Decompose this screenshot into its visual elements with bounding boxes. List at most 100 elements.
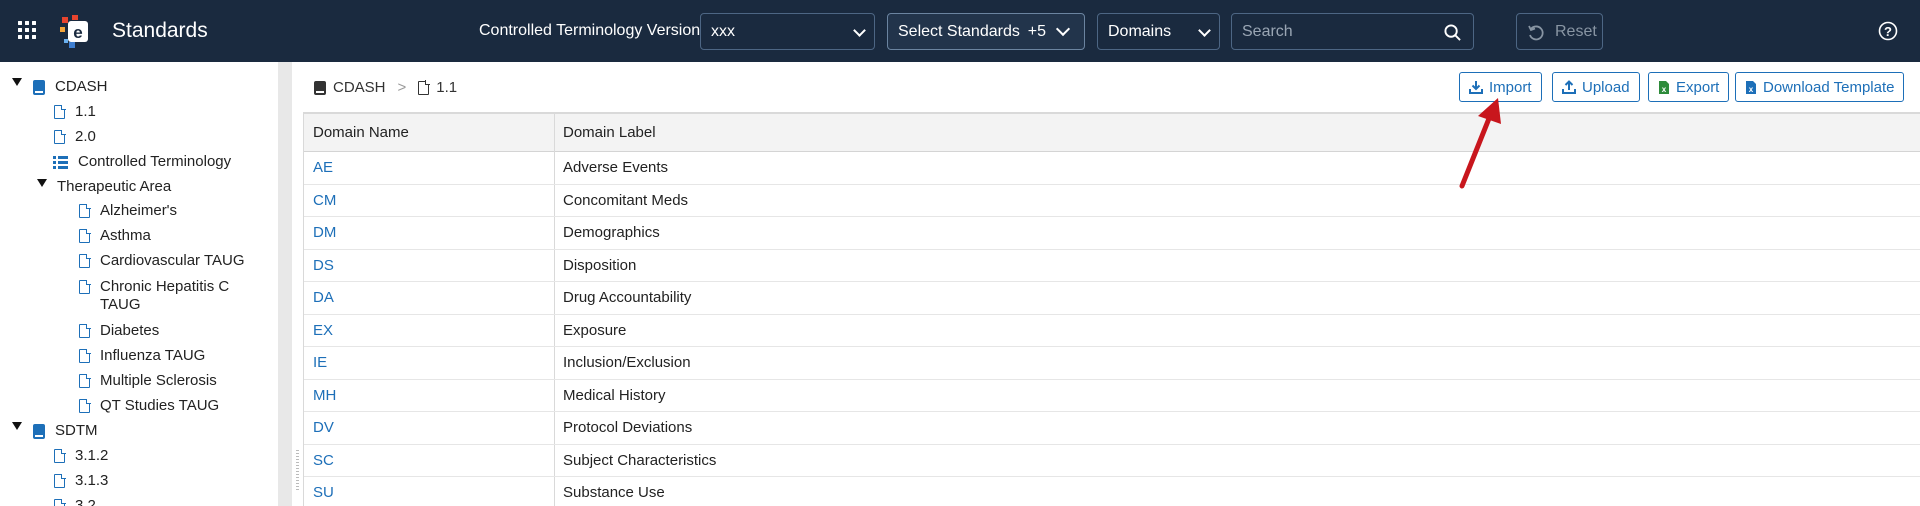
tree-node-ta-item[interactable]: Chronic Hepatitis C TAUG <box>79 278 249 314</box>
tree-node-label: Diabetes <box>100 322 160 339</box>
ct-version-select[interactable]: xxx <box>700 13 875 50</box>
tree-node-ta-item[interactable]: QT Studies TAUG <box>79 397 219 415</box>
sidebar-scrollbar[interactable] <box>278 62 292 506</box>
tree-node-cdash-2-0[interactable]: 2.0 <box>54 128 96 146</box>
table-row[interactable]: SU Substance Use <box>304 477 1920 506</box>
search-box <box>1231 13 1474 50</box>
domain-code-link[interactable]: DA <box>304 282 334 314</box>
reset-button[interactable]: Reset <box>1516 13 1603 50</box>
table-row[interactable]: CM Concomitant Meds <box>304 185 1920 217</box>
domain-code-link[interactable]: DS <box>304 250 334 282</box>
tree-node-sdtm-version[interactable]: 3.1.2 <box>54 447 108 465</box>
standards-select[interactable]: Select Standards +5 <box>887 13 1085 50</box>
tree-node-ta-item[interactable]: Cardiovascular TAUG <box>79 252 245 270</box>
tree-node-ta-item[interactable]: Diabetes <box>79 322 159 340</box>
breadcrumb-standard[interactable]: CDASH <box>333 79 386 96</box>
ct-version-label: Controlled Terminology Version <box>479 22 701 39</box>
chevron-down-icon <box>853 24 866 37</box>
domain-code-link[interactable]: MH <box>304 380 336 412</box>
table-row[interactable]: IE Inclusion/Exclusion <box>304 347 1920 380</box>
standards-extra-count: +5 <box>1027 23 1046 40</box>
domain-code-link[interactable]: EX <box>304 315 333 347</box>
tree-node-label: 3.1.3 <box>75 472 109 489</box>
download-template-button[interactable]: x Download Template <box>1735 72 1905 102</box>
tree-node-ta-item[interactable]: Alzheimer's <box>79 202 177 220</box>
domain-code-link[interactable]: DV <box>304 412 334 444</box>
table-row[interactable]: DA Drug Accountability <box>304 282 1920 315</box>
export-button[interactable]: x Export <box>1648 72 1730 102</box>
domain-code-link[interactable]: CM <box>304 185 336 217</box>
domain-label-cell: Concomitant Meds <box>563 191 689 209</box>
svg-text:e: e <box>73 23 82 42</box>
tree-node-label: 1.1 <box>75 103 96 120</box>
table-row[interactable]: DM Demographics <box>304 217 1920 250</box>
search-input[interactable] <box>1232 14 1432 49</box>
panel-splitter[interactable] <box>292 62 302 506</box>
table-row[interactable]: DV Protocol Deviations <box>304 412 1920 445</box>
tree-node-label: Alzheimer's <box>100 202 178 219</box>
reset-icon <box>1528 25 1544 41</box>
table-row[interactable]: SC Subject Characteristics <box>304 445 1920 477</box>
domain-label-cell: Protocol Deviations <box>563 419 693 436</box>
tree-node-therapeutic-area[interactable]: Therapeutic Area <box>47 178 171 196</box>
book-icon <box>33 424 45 439</box>
tree-node-label: QT Studies TAUG <box>100 397 220 414</box>
domain-code-link[interactable]: SU <box>304 477 334 506</box>
expand-toggle-sdtm[interactable] <box>12 422 22 430</box>
svg-text:x: x <box>1749 85 1754 94</box>
domain-label-cell: Inclusion/Exclusion <box>563 354 691 371</box>
tree-node-label: SDTM <box>55 422 98 439</box>
book-icon <box>33 80 45 95</box>
tree-node-sdtm-version[interactable]: 3.1.3 <box>54 472 108 490</box>
expand-toggle-therapeutic-area[interactable] <box>37 179 47 187</box>
help-icon[interactable]: ? <box>1878 21 1898 41</box>
drag-handle-icon <box>296 450 299 490</box>
domain-label-cell: Subject Characteristics <box>563 451 717 469</box>
expand-toggle-cdash[interactable] <box>12 78 22 86</box>
table-row[interactable]: EX Exposure <box>304 315 1920 347</box>
document-icon <box>54 498 66 506</box>
tree-node-ta-item[interactable]: Multiple Sclerosis <box>79 372 217 390</box>
svg-text:?: ? <box>1884 24 1892 39</box>
column-header-domain-name[interactable]: Domain Name <box>304 114 409 152</box>
download-template-label: Download Template <box>1763 78 1895 96</box>
book-icon <box>314 80 326 95</box>
ct-version-value: xxx <box>711 22 735 40</box>
upload-button[interactable]: Upload <box>1552 72 1640 102</box>
app-grid-icon[interactable] <box>18 21 36 39</box>
table-header: Domain Name Domain Label <box>304 114 1920 152</box>
tree-node-ta-item[interactable]: Influenza TAUG <box>79 347 205 365</box>
tree-node-sdtm[interactable]: SDTM <box>33 422 98 440</box>
document-icon <box>54 129 66 144</box>
domain-code-link[interactable]: DM <box>304 217 336 249</box>
domain-label-cell: Medical History <box>563 386 666 404</box>
breadcrumb: CDASH > 1.1 <box>314 79 457 96</box>
tree-node-sdtm-version[interactable]: 3.2 <box>54 497 96 506</box>
import-label: Import <box>1489 78 1532 96</box>
tree-node-label: CDASH <box>55 78 108 95</box>
tree-node-label: 2.0 <box>75 128 96 145</box>
table-row[interactable]: DS Disposition <box>304 250 1920 282</box>
excel-file-icon: x <box>1659 80 1669 94</box>
table-row[interactable]: MH Medical History <box>304 380 1920 412</box>
domain-code-link[interactable]: AE <box>304 152 333 184</box>
tree-node-cdash-1-1[interactable]: 1.1 <box>54 103 96 121</box>
breadcrumb-separator: > <box>397 79 407 96</box>
table-row[interactable]: AE Adverse Events <box>304 152 1920 185</box>
domain-code-link[interactable]: SC <box>304 445 334 477</box>
import-button[interactable]: Import <box>1459 72 1542 102</box>
document-icon <box>418 80 430 95</box>
column-header-domain-label[interactable]: Domain Label <box>554 114 656 152</box>
tree-node-label: Controlled Terminology <box>78 153 232 170</box>
tree-node-controlled-terminology[interactable]: Controlled Terminology <box>53 153 231 171</box>
domains-select-value: Domains <box>1108 22 1172 40</box>
app-title: Standards <box>112 19 208 42</box>
standards-tree: CDASH 1.1 2.0 Controlled Terminology The… <box>0 62 278 506</box>
tree-node-ta-item[interactable]: Asthma <box>79 227 151 245</box>
tree-node-cdash[interactable]: CDASH <box>33 78 108 96</box>
domains-select[interactable]: Domains <box>1097 13 1220 50</box>
chevron-down-icon <box>1198 24 1211 37</box>
domain-code-link[interactable]: IE <box>304 347 327 379</box>
tree-node-label: Influenza TAUG <box>100 347 206 364</box>
search-icon[interactable] <box>1444 24 1461 41</box>
